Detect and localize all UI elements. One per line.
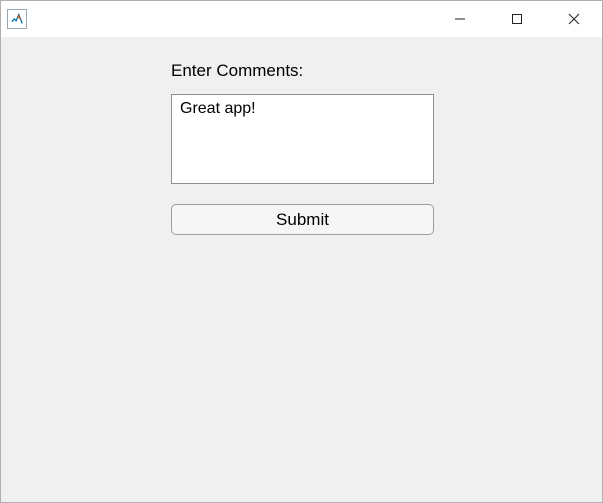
close-button[interactable] bbox=[545, 1, 602, 37]
comments-textarea[interactable] bbox=[171, 94, 434, 184]
titlebar bbox=[1, 1, 602, 37]
client-area: Enter Comments: Submit bbox=[1, 37, 602, 502]
submit-button[interactable]: Submit bbox=[171, 204, 434, 235]
app-window: Enter Comments: Submit bbox=[0, 0, 603, 503]
window-controls bbox=[431, 1, 602, 37]
comments-label: Enter Comments: bbox=[171, 61, 303, 81]
minimize-button[interactable] bbox=[431, 1, 488, 37]
matlab-icon bbox=[7, 9, 27, 29]
maximize-button[interactable] bbox=[488, 1, 545, 37]
titlebar-left bbox=[7, 9, 27, 29]
